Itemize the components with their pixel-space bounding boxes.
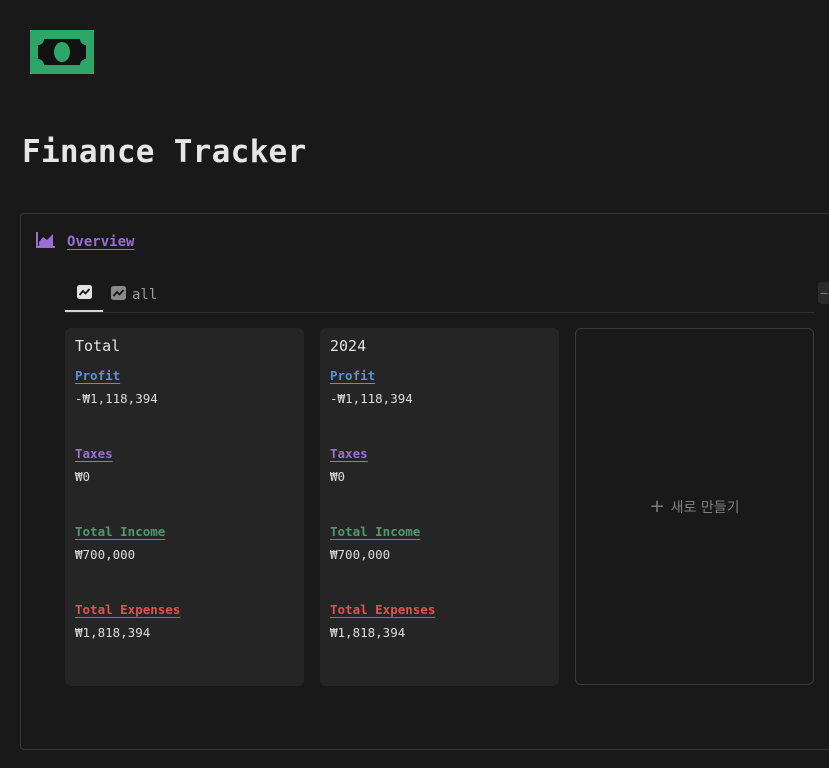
board-card[interactable]: 2024 Profit -₩1,118,394 Taxes ₩0 Total I… (320, 328, 559, 686)
plus-icon: + (649, 495, 665, 517)
card-title: Total (75, 337, 121, 355)
board-card[interactable]: Total Profit -₩1,118,394 Taxes ₩0 Total … (65, 328, 304, 686)
property-value: ₩1,818,394 (330, 625, 406, 640)
property-label[interactable]: Total Expenses (75, 602, 180, 617)
new-card-button[interactable]: + 새로 만들기 (575, 328, 814, 685)
property-label[interactable]: Total Income (330, 524, 420, 539)
property-profit: Profit -₩1,118,394 (330, 365, 549, 443)
property-label[interactable]: Taxes (75, 446, 113, 461)
property-total-income: Total Income ₩700,000 (75, 521, 294, 599)
property-value: ₩700,000 (75, 547, 136, 562)
database-header: Overview (36, 232, 134, 252)
trend-chart-icon (111, 286, 126, 304)
tab-chart[interactable] (65, 278, 103, 312)
property-label[interactable]: Profit (75, 368, 120, 383)
property-value: ₩1,818,394 (75, 625, 151, 640)
property-label[interactable]: Profit (330, 368, 375, 383)
property-label[interactable]: Total Income (75, 524, 165, 539)
banknote-icon[interactable] (30, 30, 94, 74)
new-card-label: 새로 만들기 (670, 499, 740, 516)
property-label[interactable]: Total Expenses (330, 602, 435, 617)
view-tabs: all (65, 278, 815, 313)
property-value: ₩700,000 (330, 547, 391, 562)
property-taxes: Taxes ₩0 (75, 443, 294, 521)
area-chart-icon (36, 232, 55, 252)
property-total-income: Total Income ₩700,000 (330, 521, 549, 599)
more-button[interactable]: – (818, 282, 829, 304)
card-title: 2024 (330, 337, 367, 355)
database-view: Overview all – Total Profit -₩1,118,394 … (20, 213, 829, 750)
property-value: -₩1,118,394 (330, 391, 413, 406)
database-title-link[interactable]: Overview (67, 234, 134, 250)
property-profit: Profit -₩1,118,394 (75, 365, 294, 443)
property-value: ₩0 (330, 469, 346, 484)
page-title: Finance Tracker (22, 134, 307, 170)
property-label[interactable]: Taxes (330, 446, 368, 461)
trend-chart-icon (76, 285, 92, 303)
property-value: -₩1,118,394 (75, 391, 158, 406)
property-total-expenses: Total Expenses ₩1,818,394 (75, 599, 294, 677)
property-taxes: Taxes ₩0 (330, 443, 549, 521)
tab-label: all (132, 287, 158, 303)
property-total-expenses: Total Expenses ₩1,818,394 (330, 599, 549, 677)
tab-all[interactable]: all (111, 278, 157, 312)
property-value: ₩0 (75, 469, 91, 484)
